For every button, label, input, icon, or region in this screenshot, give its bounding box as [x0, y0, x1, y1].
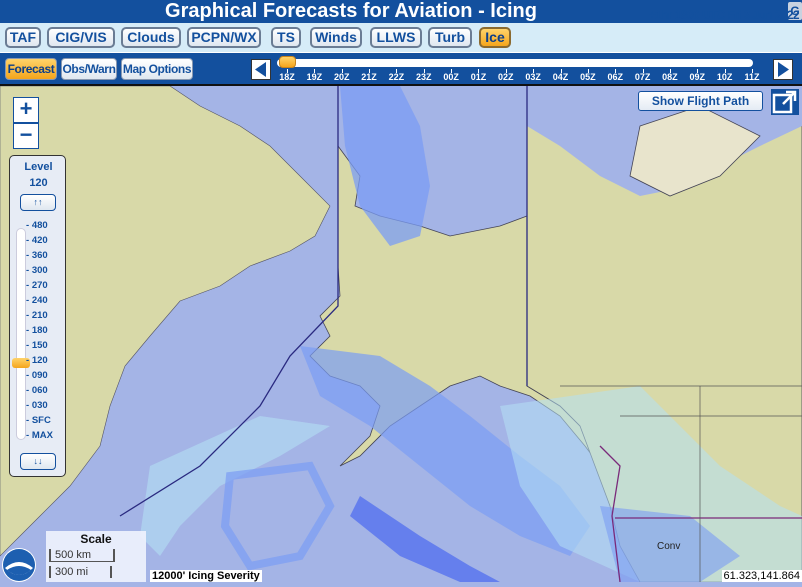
- time-slider-handle[interactable]: [279, 56, 296, 68]
- level-option[interactable]: - 420: [26, 235, 48, 246]
- level-option[interactable]: - 150: [26, 340, 48, 351]
- scale-mi: 300 mi: [49, 566, 112, 578]
- time-label[interactable]: 09Z: [685, 72, 709, 82]
- tab-turb[interactable]: Turb: [428, 27, 472, 48]
- scale-km: 500 km: [49, 549, 115, 562]
- time-label[interactable]: 06Z: [603, 72, 627, 82]
- mode-mapoptions[interactable]: Map Options: [121, 58, 193, 80]
- time-label[interactable]: 02Z: [494, 72, 518, 82]
- time-label[interactable]: 08Z: [658, 72, 682, 82]
- layer-label: 12000' Icing Severity: [150, 570, 262, 582]
- time-label[interactable]: 04Z: [549, 72, 573, 82]
- level-option[interactable]: - SFC: [26, 415, 51, 426]
- time-prev-button[interactable]: [251, 59, 271, 80]
- level-label: 420: [31, 235, 48, 246]
- level-option[interactable]: - 060: [26, 385, 48, 396]
- tab-pcpnwx[interactable]: PCPN/WX: [187, 27, 261, 48]
- scale-bar: Scale 500 km 300 mi: [46, 531, 146, 582]
- title-text: Graphical Forecasts for Aviation - Icing: [165, 0, 537, 22]
- level-label: 300: [31, 265, 48, 276]
- level-option[interactable]: - 180: [26, 325, 48, 336]
- level-label: 270: [31, 280, 48, 291]
- level-label: 360: [31, 250, 48, 261]
- level-option[interactable]: - 210: [26, 310, 48, 321]
- tab-clouds[interactable]: Clouds: [121, 27, 181, 48]
- tab-ice[interactable]: Ice: [479, 27, 511, 48]
- level-panel: Level 120 ↑↑ - 480 - 420 - 360 - 300 - 270 - …: [9, 155, 66, 477]
- tab-cigvis[interactable]: CIG/VIS: [47, 27, 115, 48]
- map-canvas[interactable]: [0, 86, 802, 582]
- time-label[interactable]: 21Z: [357, 72, 381, 82]
- time-label[interactable]: 00Z: [439, 72, 463, 82]
- level-label: 210: [31, 310, 48, 321]
- level-option[interactable]: - 360: [26, 250, 48, 261]
- level-label: 480: [31, 220, 48, 231]
- expand-icon: [772, 90, 797, 114]
- time-label[interactable]: 03Z: [521, 72, 545, 82]
- level-label: SFC: [31, 415, 51, 426]
- level-option[interactable]: - 300: [26, 265, 48, 276]
- show-flight-path-button[interactable]: Show Flight Path: [638, 91, 763, 111]
- level-title: Level: [24, 161, 53, 173]
- noaa-logo[interactable]: [2, 548, 36, 582]
- tab-ts[interactable]: TS: [271, 27, 301, 48]
- time-label[interactable]: 20Z: [330, 72, 354, 82]
- tab-taf[interactable]: TAF: [5, 27, 41, 48]
- tab-llws[interactable]: LLWS: [370, 27, 422, 48]
- tab-winds[interactable]: Winds: [310, 27, 362, 48]
- level-label: 060: [31, 385, 48, 396]
- level-option[interactable]: - 480: [26, 220, 48, 231]
- zoom-in-button[interactable]: +: [13, 97, 39, 123]
- time-label[interactable]: 05Z: [576, 72, 600, 82]
- cursor-coordinates: 61.323,141.864: [721, 570, 802, 582]
- arrow-right-icon: [778, 62, 789, 77]
- level-slider-track[interactable]: [16, 228, 26, 440]
- level-label: 120: [31, 355, 48, 366]
- map[interactable]: [0, 86, 802, 582]
- level-option[interactable]: - 270: [26, 280, 48, 291]
- mode-obswarn[interactable]: Obs/Warn: [61, 58, 117, 80]
- level-label: 150: [31, 340, 48, 351]
- time-label[interactable]: 23Z: [412, 72, 436, 82]
- mode-forecast[interactable]: Forecast: [5, 58, 57, 80]
- level-label: MAX: [31, 430, 53, 441]
- level-option[interactable]: - 030: [26, 400, 48, 411]
- level-value: 120: [29, 177, 48, 189]
- time-label[interactable]: 10Z: [713, 72, 737, 82]
- time-label[interactable]: 22Z: [384, 72, 408, 82]
- time-slider-track[interactable]: [277, 59, 753, 67]
- level-option[interactable]: - 120: [26, 355, 48, 366]
- zoom-out-button[interactable]: −: [13, 123, 39, 149]
- scale-title: Scale: [80, 532, 112, 546]
- time-label[interactable]: 01Z: [466, 72, 490, 82]
- level-label: 180: [31, 325, 48, 336]
- time-label[interactable]: 19Z: [302, 72, 326, 82]
- time-label[interactable]: 18Z: [275, 72, 299, 82]
- level-option[interactable]: - MAX: [26, 430, 53, 441]
- time-label[interactable]: 07Z: [631, 72, 655, 82]
- level-option[interactable]: - 240: [26, 295, 48, 306]
- level-option[interactable]: - 090: [26, 370, 48, 381]
- level-label: 030: [31, 400, 48, 411]
- level-down-button[interactable]: ↓↓: [20, 453, 56, 470]
- time-label[interactable]: 11Z: [740, 72, 764, 82]
- place-label: Conv: [657, 541, 681, 552]
- arrow-left-icon: [255, 62, 266, 77]
- level-up-button[interactable]: ↑↑: [20, 194, 56, 211]
- level-label: 240: [31, 295, 48, 306]
- fullscreen-button[interactable]: [771, 89, 799, 115]
- time-next-button[interactable]: [773, 59, 793, 80]
- level-label: 090: [31, 370, 48, 381]
- valid-time: +1hr 1800 UTC Fri 3 Jun 2022: [648, 8, 800, 22]
- control-bar: 18Z 19Z 20Z 21Z 22Z 23Z 00Z 01Z 02Z 03Z 04Z 05Z 06Z 0…: [0, 52, 802, 84]
